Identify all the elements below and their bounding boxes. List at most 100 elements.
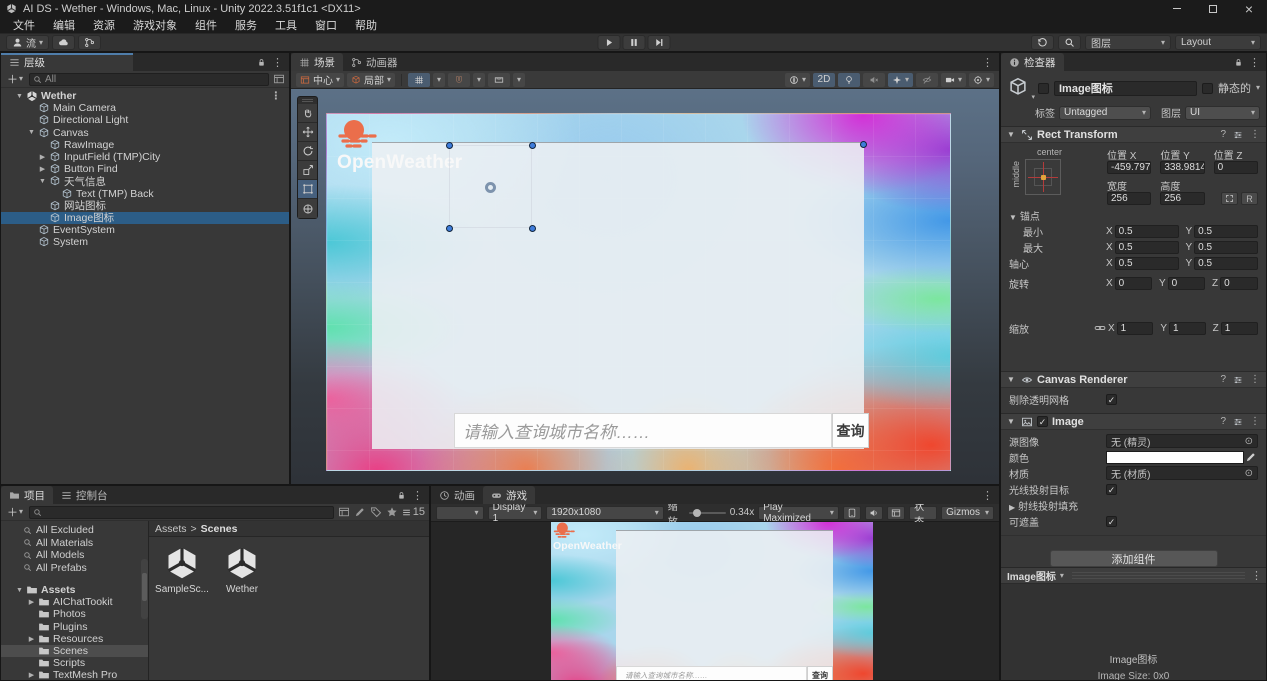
toolstrip-grip[interactable]	[298, 97, 317, 104]
component-menu-icon[interactable]: ⋮	[1250, 374, 1260, 385]
hierarchy-search-input[interactable]: All	[29, 73, 269, 86]
rect-tool-button[interactable]	[298, 180, 317, 199]
panel-menu-icon[interactable]: ⋮	[272, 56, 283, 69]
audio-toggle-button[interactable]	[865, 506, 883, 520]
grid-snapping-dropdown[interactable]: ▾	[433, 73, 445, 87]
tab-animation[interactable]: 动画	[431, 486, 483, 504]
hidden-objects-toggle[interactable]	[916, 73, 938, 87]
pause-button[interactable]	[622, 35, 645, 50]
anchor-preset-widget[interactable]	[1025, 159, 1061, 195]
pivot-handle[interactable]	[485, 182, 496, 193]
lock-icon[interactable]	[1234, 58, 1243, 67]
cloud-button[interactable]	[52, 35, 75, 50]
scene-lighting-toggle[interactable]	[838, 73, 860, 87]
scale-tool-button[interactable]	[298, 161, 317, 180]
anchor-max-x-field[interactable]: 0.5	[1115, 241, 1179, 254]
breadcrumb-assets[interactable]: Assets	[155, 523, 187, 535]
rect-transform-header[interactable]: ▼ Rect Transform ?⋮	[1001, 126, 1266, 143]
panel-menu-icon[interactable]: ⋮	[982, 56, 993, 69]
blueprint-mode-button[interactable]	[1221, 192, 1238, 205]
active-checkbox[interactable]	[1038, 83, 1049, 94]
tag-dropdown[interactable]: Untagged▾	[1059, 106, 1151, 120]
layout-dropdown[interactable]: Layout▾	[1175, 35, 1261, 50]
selection-handle[interactable]	[529, 142, 536, 149]
resolution-dropdown[interactable]: 1920x1080▾	[546, 506, 663, 520]
view-tool-button[interactable]	[298, 104, 317, 123]
height-field[interactable]: 256	[1160, 192, 1204, 205]
folder-item[interactable]: Photos	[1, 608, 148, 620]
gameobject-icon-large[interactable]: ▾	[1007, 76, 1033, 100]
static-checkbox[interactable]	[1202, 83, 1213, 94]
pos-y-field[interactable]: 338.9814	[1160, 161, 1204, 174]
image-enabled-checkbox[interactable]: ✓	[1037, 416, 1048, 427]
panel-menu-icon[interactable]: ⋮	[1249, 56, 1260, 69]
color-field[interactable]	[1106, 451, 1244, 464]
tab-inspector[interactable]: 检查器	[1001, 53, 1064, 71]
static-dropdown-icon[interactable]: ▾	[1256, 84, 1260, 92]
hierarchy-item[interactable]: Text (TMP) Back	[1, 188, 289, 200]
help-icon[interactable]: ?	[1220, 374, 1226, 385]
menu-file[interactable]: 文件	[4, 17, 44, 33]
eyedropper-icon[interactable]	[1244, 450, 1258, 464]
panel-menu-icon[interactable]: ⋮	[412, 489, 423, 502]
anchor-min-x-field[interactable]: 0.5	[1115, 225, 1179, 238]
2d-mode-toggle[interactable]: 2D	[813, 73, 835, 87]
tool-handle-position-dropdown[interactable]: 中心▾	[296, 73, 344, 87]
menu-help[interactable]: 帮助	[346, 17, 386, 33]
hierarchy-item[interactable]: 网站图标	[1, 200, 289, 212]
scene-picker-icon[interactable]	[273, 73, 285, 85]
favorite-search-item[interactable]: All Excluded	[1, 524, 148, 537]
filter-by-type-icon[interactable]	[354, 506, 366, 518]
maskable-checkbox[interactable]: ✓	[1106, 516, 1117, 527]
help-icon[interactable]: ?	[1220, 416, 1226, 427]
image-component-header[interactable]: ▼ ✓ Image ?⋮	[1001, 413, 1266, 430]
hierarchy-item[interactable]: Main Camera	[1, 102, 289, 114]
anchor-min-y-field[interactable]: 0.5	[1194, 225, 1258, 238]
snap-dropdown[interactable]: ▾	[473, 73, 485, 87]
scale-z-field[interactable]: 1	[1221, 322, 1258, 335]
lock-icon[interactable]	[397, 491, 406, 500]
object-picker-icon[interactable]: ⊙	[1245, 468, 1253, 479]
display-dropdown[interactable]: Display 1▾	[488, 506, 543, 520]
city-input-field[interactable]: 请输入查询城市名称……	[454, 413, 832, 448]
hierarchy-item[interactable]: ▶InputField (TMP)City	[1, 151, 289, 163]
component-menu-icon[interactable]: ⋮	[1250, 129, 1260, 140]
hierarchy-item[interactable]: EventSystem	[1, 224, 289, 236]
material-field[interactable]: 无 (材质)⊙	[1106, 466, 1258, 480]
width-field[interactable]: 256	[1107, 192, 1151, 205]
preview-drag-handle[interactable]	[1072, 572, 1245, 579]
presets-icon[interactable]	[1233, 375, 1243, 385]
vsync-button[interactable]	[887, 506, 905, 520]
filter-by-label-icon[interactable]	[370, 506, 382, 518]
folder-item-assets[interactable]: ▼Assets	[1, 584, 148, 596]
hierarchy-item[interactable]: System	[1, 236, 289, 248]
hierarchy-item[interactable]: ▶Button Find	[1, 163, 289, 175]
play-mode-dropdown[interactable]: Play Maximized▾	[758, 506, 839, 520]
undo-history-button[interactable]	[1031, 35, 1054, 50]
version-control-button[interactable]	[78, 35, 101, 50]
hidden-packages-count[interactable]: 15	[402, 506, 425, 518]
menu-component[interactable]: 组件	[186, 17, 226, 33]
pos-z-field[interactable]: 0	[1214, 161, 1258, 174]
presets-icon[interactable]	[1233, 417, 1243, 427]
increment-snap-dropdown[interactable]: ▾	[513, 73, 525, 87]
canvas-renderer-header[interactable]: ▼ Canvas Renderer ?⋮	[1001, 371, 1266, 388]
snap-toggle[interactable]	[448, 73, 470, 87]
layer-dropdown[interactable]: UI▾	[1185, 106, 1260, 120]
pivot-x-field[interactable]: 0.5	[1115, 257, 1179, 270]
raw-edit-mode-button[interactable]: R	[1241, 192, 1258, 205]
move-tool-button[interactable]	[298, 123, 317, 142]
object-picker-icon[interactable]: ⊙	[1245, 436, 1253, 447]
favorite-search-item[interactable]: All Materials	[1, 537, 148, 550]
query-button[interactable]: 查询	[832, 413, 869, 448]
device-simulator-button[interactable]	[843, 506, 861, 520]
save-search-icon[interactable]	[386, 506, 398, 518]
menu-edit[interactable]: 编辑	[44, 17, 84, 33]
menu-tools[interactable]: 工具	[266, 17, 306, 33]
folder-item-selected[interactable]: Scenes	[1, 645, 148, 657]
panel-menu-icon[interactable]: ⋮	[982, 489, 993, 502]
folder-item[interactable]: ▶TextMesh Pro	[1, 669, 148, 680]
play-button[interactable]	[597, 35, 620, 50]
scrollbar[interactable]	[141, 559, 148, 619]
close-button[interactable]: ×	[1231, 0, 1267, 17]
